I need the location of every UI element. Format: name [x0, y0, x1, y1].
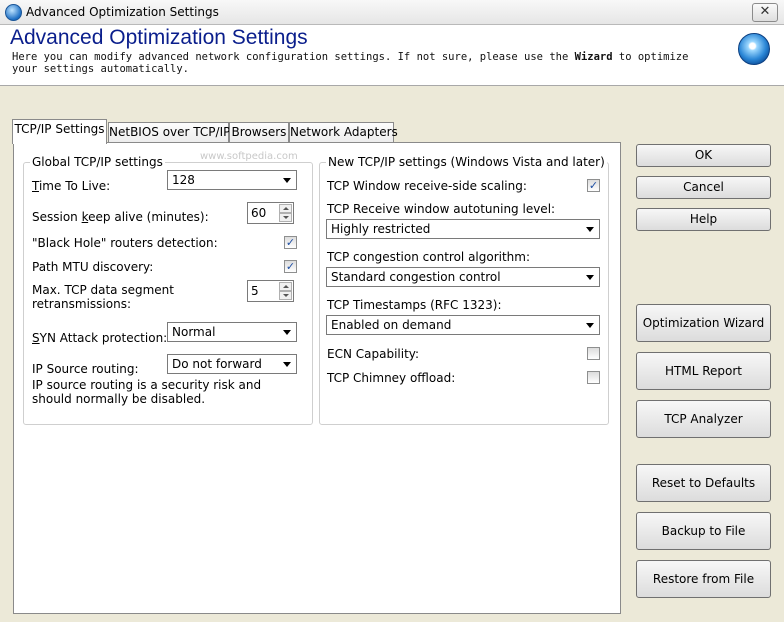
iprouting-label: IP Source routing:	[32, 362, 139, 376]
globe-icon	[738, 33, 770, 65]
title-bar: Advanced Optimization Settings ✕	[0, 0, 784, 25]
pmtu-checkbox[interactable]: ✓	[284, 260, 297, 273]
page-title: Advanced Optimization Settings	[10, 26, 308, 49]
chevron-down-icon	[586, 275, 594, 280]
chevron-down-icon	[586, 227, 594, 232]
close-button[interactable]: ✕	[752, 3, 778, 22]
ok-button[interactable]: OK	[636, 144, 771, 167]
optimization-wizard-button[interactable]: Optimization Wizard	[636, 304, 771, 342]
pmtu-label: Path MTU discovery:	[32, 260, 154, 274]
reset-defaults-button[interactable]: Reset to Defaults	[636, 464, 771, 502]
rss-label: TCP Window receive-side scaling:	[327, 179, 527, 193]
window-title: Advanced Optimization Settings	[26, 5, 219, 19]
spin-up-icon[interactable]	[279, 282, 292, 291]
vista-settings-legend: New TCP/IP settings (Windows Vista and l…	[328, 155, 605, 169]
maxseg-label: Max. TCP data segment retransmissions:	[32, 283, 174, 311]
chevron-down-icon	[283, 362, 291, 367]
blackhole-label: "Black Hole" routers detection:	[32, 236, 218, 250]
keepalive-spinner[interactable]: 60	[247, 202, 294, 224]
ttl-label: Time To Live:	[32, 179, 111, 193]
tab-panel: www.softpedia.com Global TCP/IP settings…	[13, 142, 621, 614]
ecn-label: ECN Capability:	[327, 347, 420, 361]
help-button[interactable]: Help	[636, 208, 771, 231]
cancel-button[interactable]: Cancel	[636, 176, 771, 199]
chevron-down-icon	[586, 323, 594, 328]
syn-dropdown[interactable]: Normal	[167, 322, 297, 342]
maxseg-spinner[interactable]: 5	[247, 280, 294, 302]
timestamps-label: TCP Timestamps (RFC 1323):	[327, 298, 502, 312]
spin-down-icon[interactable]	[279, 291, 292, 300]
tab-netbios[interactable]: NetBIOS over TCP/IP	[108, 122, 230, 143]
header-banner: Advanced Optimization Settings Here you …	[0, 25, 784, 86]
chevron-down-icon	[283, 178, 291, 183]
rss-checkbox[interactable]: ✓	[587, 179, 600, 192]
spin-up-icon[interactable]	[279, 204, 292, 213]
congestion-dropdown[interactable]: Standard congestion control	[326, 267, 600, 287]
congestion-label: TCP congestion control algorithm:	[327, 250, 531, 264]
blackhole-checkbox[interactable]: ✓	[284, 236, 297, 249]
chimney-checkbox[interactable]	[587, 371, 600, 384]
spin-down-icon[interactable]	[279, 213, 292, 222]
ttl-dropdown[interactable]: 128	[167, 170, 297, 190]
autotune-dropdown[interactable]: Highly restricted	[326, 219, 600, 239]
header-description: Here you can modify advanced network con…	[12, 51, 689, 75]
tab-browsers[interactable]: Browsers	[229, 122, 289, 143]
chevron-down-icon	[283, 330, 291, 335]
restore-from-file-button[interactable]: Restore from File	[636, 560, 771, 598]
app-icon	[5, 4, 22, 21]
tab-network-adapters[interactable]: Network Adapters	[289, 122, 398, 143]
global-settings-legend: Global TCP/IP settings	[32, 155, 163, 169]
iprouting-dropdown[interactable]: Do not forward	[167, 354, 297, 374]
chimney-label: TCP Chimney offload:	[327, 371, 456, 385]
html-report-button[interactable]: HTML Report	[636, 352, 771, 390]
iprouting-note: IP source routing is a security risk and…	[32, 378, 262, 406]
backup-to-file-button[interactable]: Backup to File	[636, 512, 771, 550]
autotune-label: TCP Receive window autotuning level:	[327, 202, 556, 216]
timestamps-dropdown[interactable]: Enabled on demand	[326, 315, 600, 335]
ecn-checkbox[interactable]	[587, 347, 600, 360]
tab-tcpip-settings[interactable]: TCP/IP Settings	[12, 119, 107, 144]
syn-label: SYN Attack protection:	[32, 331, 168, 345]
wizard-keyword: Wizard	[574, 51, 613, 63]
tcp-analyzer-button[interactable]: TCP Analyzer	[636, 400, 771, 438]
keepalive-label: Session keep alive (minutes):	[32, 210, 209, 224]
